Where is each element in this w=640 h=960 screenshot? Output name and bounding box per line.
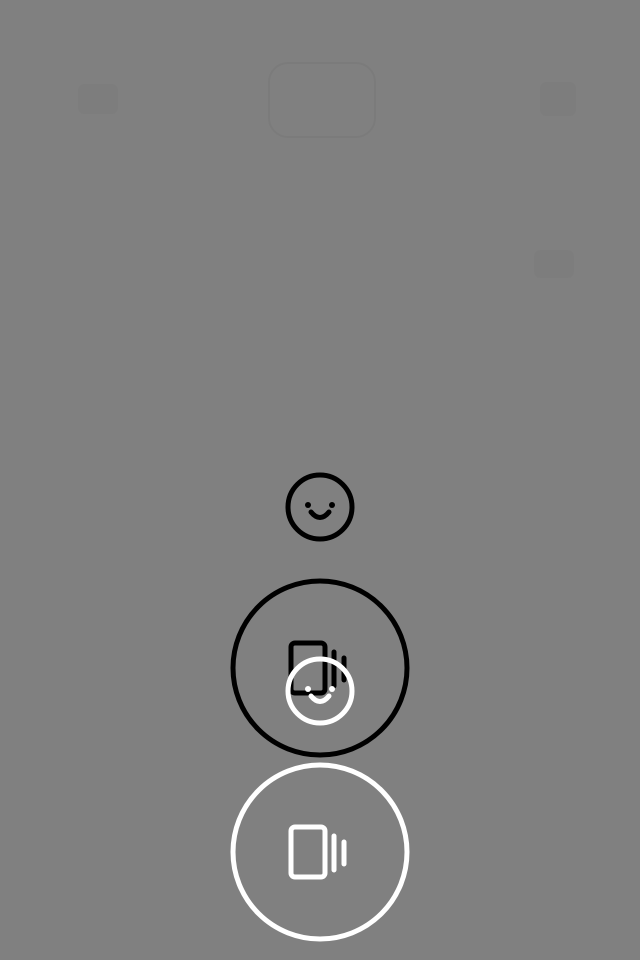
smiley-face-icon[interactable] — [284, 655, 356, 727]
header-right-placeholder — [540, 82, 576, 116]
header-left-placeholder — [78, 84, 118, 114]
app-screen — [0, 0, 640, 960]
header-title-placeholder — [268, 62, 376, 138]
phone-vibrate-icon — [288, 824, 354, 882]
side-placeholder — [534, 250, 574, 278]
smiley-face-icon[interactable] — [284, 471, 356, 543]
